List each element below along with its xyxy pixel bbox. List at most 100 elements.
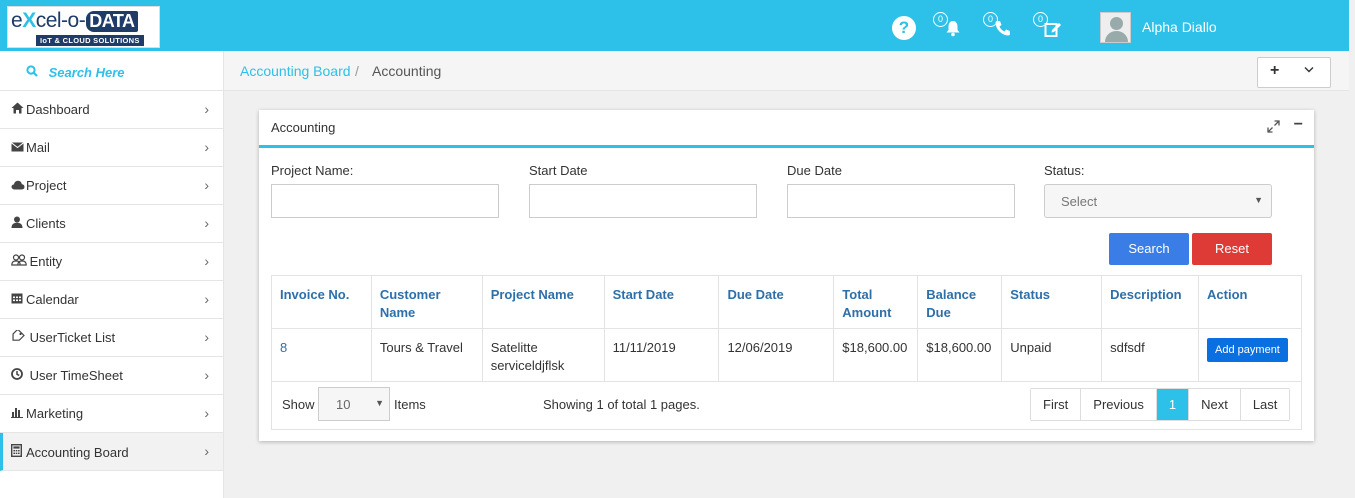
start-date-input[interactable]	[529, 184, 757, 218]
sidebar-item-userticket-list[interactable]: UserTicket List ›	[0, 319, 223, 357]
sidebar-item-label: Project	[26, 178, 67, 193]
page-info-text: Showing 1 of total 1 pages.	[543, 397, 700, 412]
phone-icon	[995, 21, 1010, 36]
chevron-right-icon: ›	[204, 215, 209, 231]
breadcrumb: Accounting Board / Accounting +	[224, 51, 1349, 91]
avatar-head	[1110, 17, 1123, 30]
invoice-table: Invoice No. Customer Name Project Name S…	[271, 275, 1302, 382]
sidebar-item-calendar[interactable]: Calendar ›	[0, 281, 223, 319]
reset-button[interactable]: Reset	[1192, 233, 1272, 265]
column-header-invoice-no[interactable]: Invoice No.	[271, 275, 372, 329]
last-page-button[interactable]: Last	[1240, 389, 1290, 420]
description-cell: sdfsdf	[1101, 328, 1200, 382]
breadcrumb-current: Accounting	[372, 63, 442, 79]
calculator-icon	[10, 443, 26, 460]
chevron-right-icon: ›	[204, 405, 209, 421]
sidebar-item-label: Marketing	[26, 406, 84, 421]
sidebar-item-label: Accounting Board	[26, 445, 129, 460]
status-select[interactable]: Select ▼	[1044, 184, 1272, 218]
sidebar-item-user-timesheet[interactable]: User TimeSheet ›	[0, 357, 223, 395]
logo-tagline: IoT & CLOUD SOLUTIONS	[36, 35, 144, 46]
chevron-right-icon: ›	[204, 101, 209, 117]
invoice-number-link[interactable]: 8	[271, 328, 372, 382]
start-date-label: Start Date	[529, 163, 588, 178]
accounting-panel: Accounting − Project Name: Start Date Du…	[259, 110, 1314, 441]
chevron-right-icon: ›	[204, 177, 209, 193]
avatar[interactable]	[1100, 12, 1131, 43]
top-bar: eXcel-o- DATA IoT & CLOUD SOLUTIONS ? 0 0…	[0, 0, 1349, 51]
due-date-input[interactable]	[787, 184, 1015, 218]
tag-icon	[11, 328, 26, 345]
start-date-cell: 11/11/2019	[603, 328, 720, 382]
next-page-button[interactable]: Next	[1189, 389, 1241, 420]
chevron-right-icon: ›	[204, 367, 209, 383]
column-header-customer-name[interactable]: Customer Name	[370, 275, 483, 329]
sidebar-item-accounting-board[interactable]: Accounting Board ›	[0, 433, 223, 471]
cloud-icon	[11, 179, 26, 193]
user-icon	[11, 216, 26, 231]
sidebar-item-label: UserTicket List	[29, 330, 116, 345]
sidebar-item-mail[interactable]: Mail ›	[0, 129, 223, 167]
search-icon	[26, 65, 42, 80]
expand-icon[interactable]	[1267, 120, 1280, 136]
column-header-action: Action	[1198, 275, 1302, 329]
avatar-body	[1105, 31, 1128, 42]
project-name-input[interactable]	[271, 184, 499, 218]
total-amount-cell: $18,600.00	[833, 328, 919, 382]
plus-icon: +	[1270, 62, 1280, 79]
show-label: Show	[282, 397, 315, 412]
clock-icon	[11, 368, 26, 383]
breadcrumb-link-accounting-board[interactable]: Accounting Board	[240, 63, 351, 79]
sidebar-item-marketing[interactable]: Marketing ›	[0, 395, 223, 433]
column-header-due-date[interactable]: Due Date	[718, 275, 835, 329]
username[interactable]: Alpha Diallo	[1142, 19, 1217, 35]
minimize-icon[interactable]: −	[1294, 116, 1303, 134]
sidebar-item-label: Entity	[29, 254, 63, 269]
chevron-right-icon: ›	[204, 139, 209, 155]
column-header-status[interactable]: Status	[1001, 275, 1103, 329]
chevron-right-icon: ›	[204, 329, 209, 345]
status-cell: Unpaid	[1001, 328, 1103, 382]
calendar-icon	[11, 292, 26, 307]
chevron-right-icon: ›	[204, 253, 209, 269]
help-icon[interactable]: ?	[892, 16, 916, 40]
table-header-row: Invoice No. Customer Name Project Name S…	[271, 275, 1302, 329]
search-button[interactable]: Search	[1109, 233, 1189, 265]
sidebar-item-label: Calendar	[26, 292, 79, 307]
users-icon	[11, 254, 27, 269]
sidebar-item-clients[interactable]: Clients ›	[0, 205, 223, 243]
current-page-button[interactable]: 1	[1156, 389, 1190, 420]
envelope-icon	[11, 141, 26, 155]
sidebar-item-entity[interactable]: Entity ›	[0, 243, 223, 281]
sidebar-item-project[interactable]: Project ›	[0, 167, 223, 205]
sidebar-search-label: Search Here	[48, 65, 125, 80]
chevron-right-icon: ›	[204, 443, 209, 459]
balance-due-cell: $18,600.00	[917, 328, 1003, 382]
table-row: 8 Tours & Travel Satelitte serviceldjfls…	[271, 328, 1302, 382]
company-logo[interactable]: eXcel-o- DATA IoT & CLOUD SOLUTIONS	[7, 6, 160, 48]
column-header-balance-due[interactable]: Balance Due	[917, 275, 1003, 329]
column-header-description[interactable]: Description	[1101, 275, 1200, 329]
due-date-label: Due Date	[787, 163, 842, 178]
caret-down-icon: ▼	[1254, 195, 1263, 205]
previous-page-button[interactable]: Previous	[1081, 389, 1157, 420]
sidebar-item-dashboard[interactable]: Dashboard ›	[0, 91, 223, 129]
first-page-button[interactable]: First	[1031, 389, 1082, 420]
items-label: Items	[394, 397, 426, 412]
panel-header: Accounting −	[259, 110, 1314, 148]
add-dropdown-button[interactable]: +	[1257, 57, 1331, 88]
logo-wordmark: eXcel-o- DATA	[11, 9, 138, 33]
sidebar-item-label: Dashboard	[26, 102, 90, 117]
edit-icon	[1044, 23, 1061, 37]
chevron-down-icon	[1304, 64, 1314, 76]
status-select-value: Select	[1061, 194, 1098, 209]
page-size-select[interactable]: 10 ▼	[318, 387, 390, 421]
home-icon	[11, 102, 26, 117]
sidebar-search[interactable]: Search Here	[0, 51, 223, 91]
column-header-start-date[interactable]: Start Date	[603, 275, 720, 329]
due-date-cell: 12/06/2019	[718, 328, 835, 382]
column-header-project-name[interactable]: Project Name	[481, 275, 605, 329]
add-payment-button[interactable]: Add payment	[1207, 338, 1288, 362]
sidebar-item-label: Mail	[26, 140, 50, 155]
column-header-total-amount[interactable]: Total Amount	[833, 275, 919, 329]
